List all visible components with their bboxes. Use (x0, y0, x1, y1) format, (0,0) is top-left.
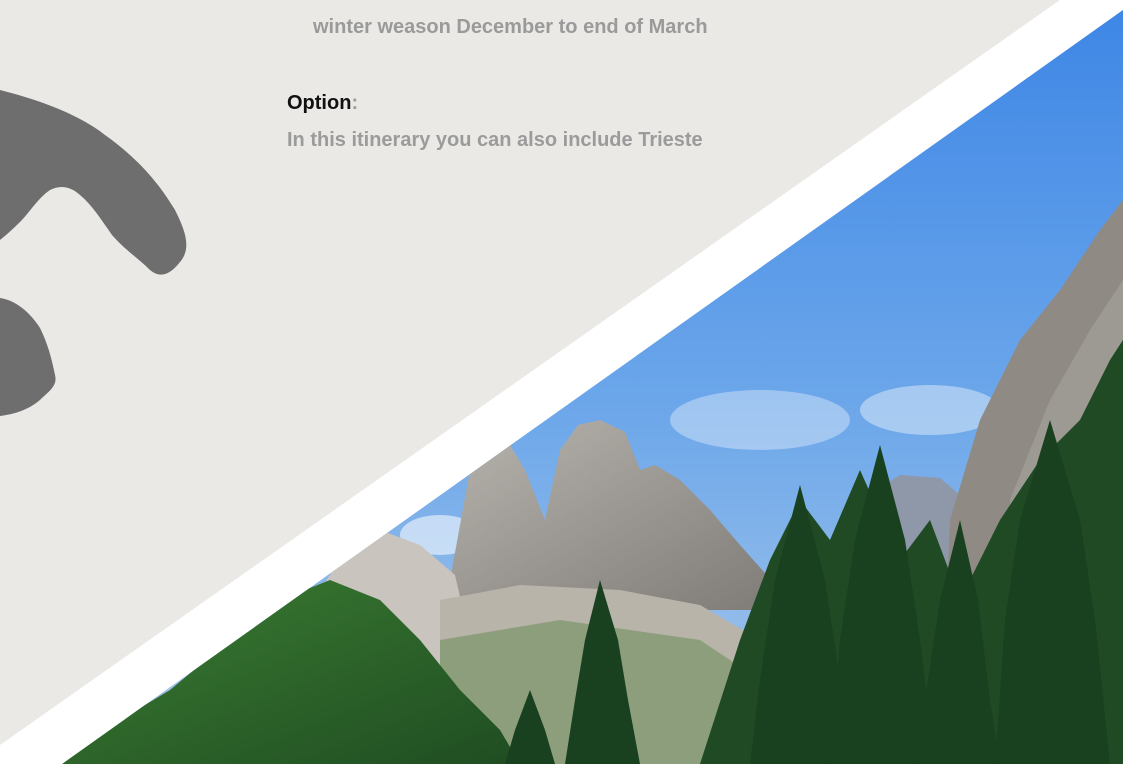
season-line: winter weason December to end of March (313, 16, 708, 38)
diagonal-photo-panel (0, 0, 1123, 764)
option-heading-colon: : (351, 92, 359, 114)
option-heading-label: Option (287, 92, 352, 114)
option-text: In this itinerary you can also include T… (287, 129, 703, 151)
itinerary-page: winter weason December to end of March O… (0, 0, 1123, 764)
option-heading: Option: (287, 92, 358, 115)
